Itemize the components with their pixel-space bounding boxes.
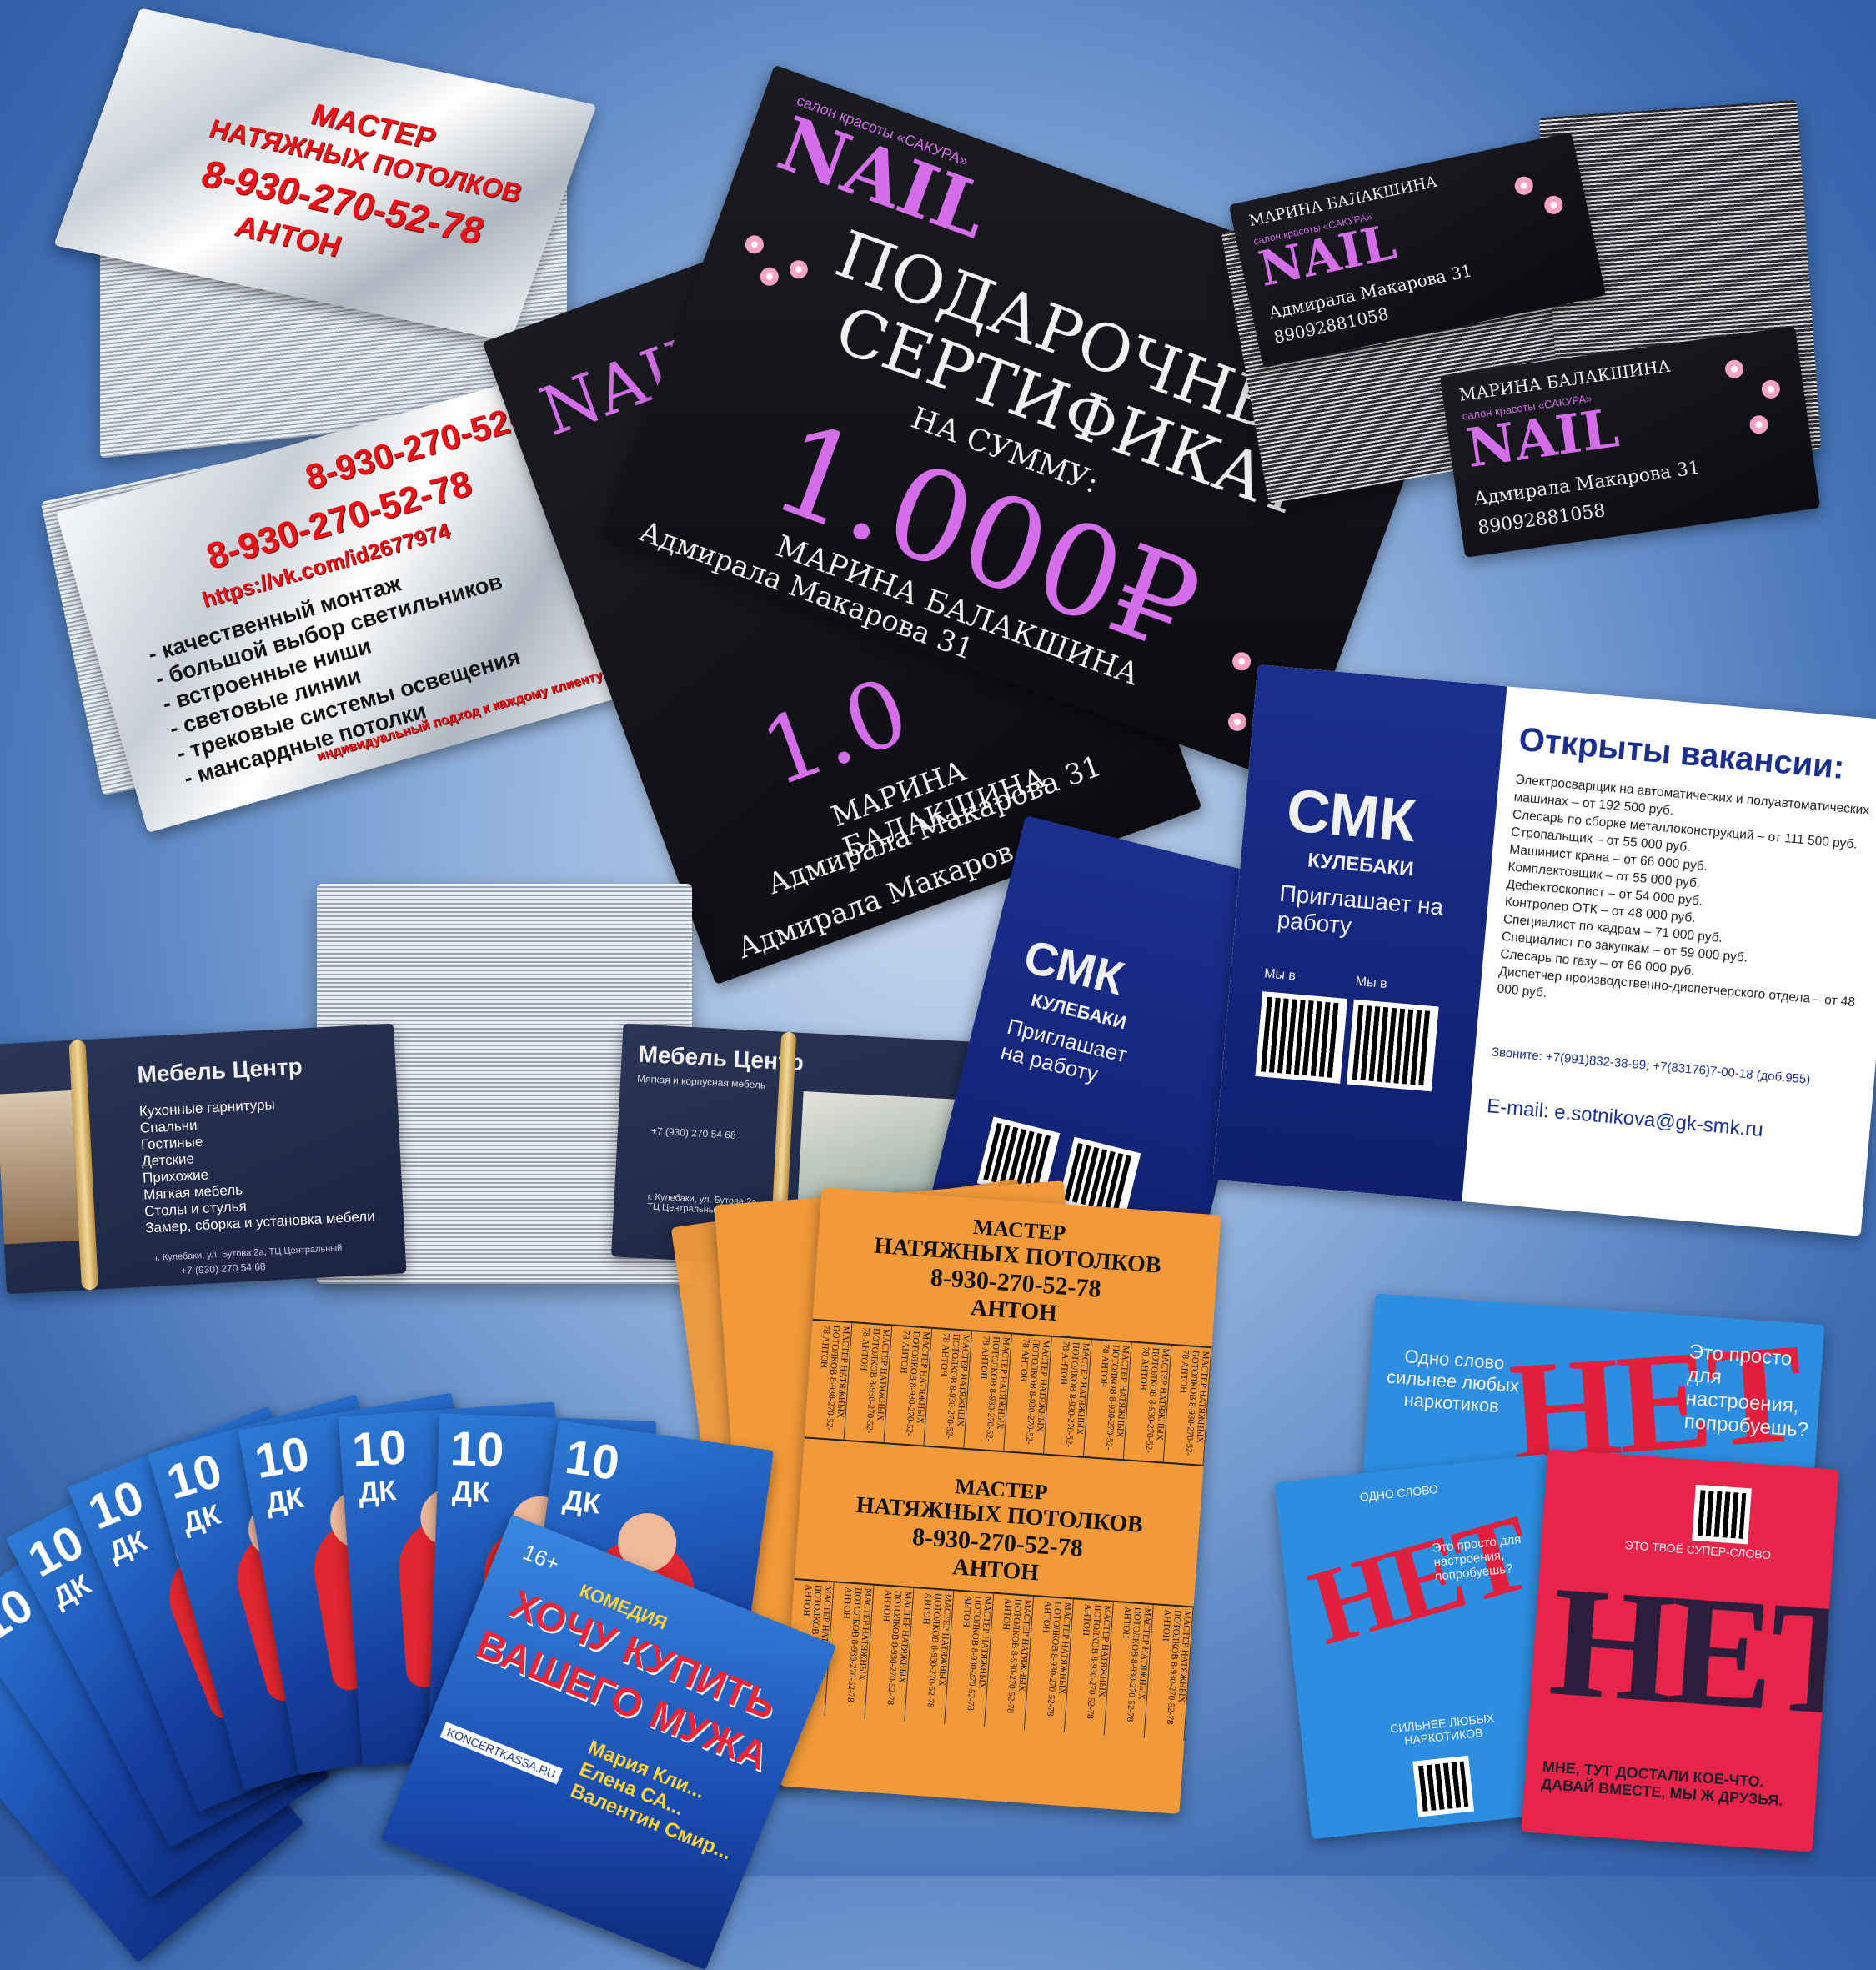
tear-off-tab[interactable]: МАСТЕР НАТЯЖНЫХ ПОТОЛКОВ 8-930-270-52-78… <box>1163 1345 1212 1465</box>
blossom-icon <box>1760 378 1782 400</box>
tear-off-strips[interactable]: МАСТЕР НАТЯЖНЫХ ПОТОЛКОВ 8-930-270-52-78… <box>785 1577 1194 1742</box>
blossom-icon <box>757 264 781 288</box>
qr-code-icon <box>1412 1755 1474 1817</box>
smk-flyer-front: СМК КУЛЕБАКИ Приглашает на работу Мы в М… <box>1212 664 1876 1236</box>
nyet-red-big: НЕТ <box>1545 1553 1839 1751</box>
flyer-number: 10 <box>350 1420 409 1478</box>
smk-logo: СМК <box>1283 777 1419 855</box>
nyet-top-right-text: Это просто для настроения, попробуешь? <box>1683 1340 1809 1442</box>
furniture-card-back: Мебель Центр Кухонные гарнитуры Спальни … <box>0 1023 407 1295</box>
flyer-dk: ДК <box>560 1483 603 1521</box>
orange-block-2: МАСТЕР НАТЯЖНЫХ ПОТОЛКОВ 8-930-270-52-78… <box>795 1436 1204 1598</box>
nyet-red-bottom: МНЕ, ТУТ ДОСТАЛИ КОЕ-ЧТО. ДАВАЙ ВМЕСТЕ, … <box>1540 1757 1784 1810</box>
nyet-card-red: ЭТО ТВОЁ СУПЕР-СЛОВО НЕТ МНЕ, ТУТ ДОСТАЛ… <box>1521 1449 1839 1852</box>
blossom-icon <box>1723 358 1745 380</box>
flyer-dk: ДК <box>357 1475 398 1510</box>
blossom-icon <box>786 258 810 282</box>
blossom-icon <box>1512 174 1535 197</box>
furniture-title: Мебель Центр <box>136 1053 303 1088</box>
blossom-icon <box>1542 193 1565 216</box>
flyer-age: 16+ <box>519 1539 564 1577</box>
flyer-number: 10 <box>161 1442 228 1511</box>
blossom-icon <box>742 233 766 257</box>
orange-flyer-front: МАСТЕР НАТЯЖНЫХ ПОТОЛКОВ 8-930-270-52-78… <box>780 1187 1221 1814</box>
blossom-icon <box>1230 649 1254 674</box>
flyer-number: 10 <box>449 1421 505 1478</box>
smk-we-in-2: Мы в <box>1355 974 1388 992</box>
flyer-dk: ДК <box>451 1476 490 1509</box>
furniture-subtitle: Мягкая и корпусная мебель <box>636 1072 766 1091</box>
nyet-small-bottom: СИЛЬНЕЕ ЛЮБЫХ НАРКОТИКОВ <box>1389 1711 1495 1747</box>
qr-code-icon <box>1255 991 1347 1084</box>
furniture-address: г. Кулебаки, ул. Бутова 2а, ТЦ Центральн… <box>154 1243 343 1263</box>
smk-email: E-mail: e.sotnikova@gk-smk.ru <box>1486 1095 1764 1142</box>
flyer-site: KONCERTKASSA.RU <box>439 1722 564 1785</box>
furniture-phone: +7 (930) 270 54 68 <box>650 1125 736 1141</box>
furniture-items: Кухонные гарнитуры Спальни Гостиные Детс… <box>138 1091 375 1236</box>
blossom-icon <box>1225 709 1250 734</box>
nyet-small-top: ОДНО СЛОВО <box>1358 1481 1439 1504</box>
smk-vacancies: Электросварщик на автоматических и полуа… <box>1497 771 1876 1030</box>
smk-phones: Звоните: +7(991)832-38-99; +7(83176)7-00… <box>1491 1045 1811 1087</box>
furniture-phone: +7 (930) 270 54 68 <box>180 1261 266 1277</box>
blossom-icon <box>1748 414 1770 435</box>
furniture-photo <box>0 1090 79 1245</box>
smk-we-in-1: Мы в <box>1263 966 1297 984</box>
smk-invite: Приглашает на работу <box>998 1013 1130 1087</box>
flyer-number: 10 <box>250 1426 314 1490</box>
nyet-small-word: НЕТ <box>1297 1492 1542 1669</box>
nyet-top-left-text: Одно слово сильнее любых наркотиков <box>1386 1346 1520 1417</box>
tear-off-tab[interactable]: МАСТЕР НАТЯЖНЫХ ПОТОЛКОВ 8-930-270-52-78… <box>1144 1605 1194 1742</box>
qr-code-icon <box>1692 1484 1752 1545</box>
qr-code-icon <box>1347 999 1439 1092</box>
flyer-dk: ДК <box>263 1481 306 1520</box>
flyer-number: 10 <box>562 1429 623 1491</box>
